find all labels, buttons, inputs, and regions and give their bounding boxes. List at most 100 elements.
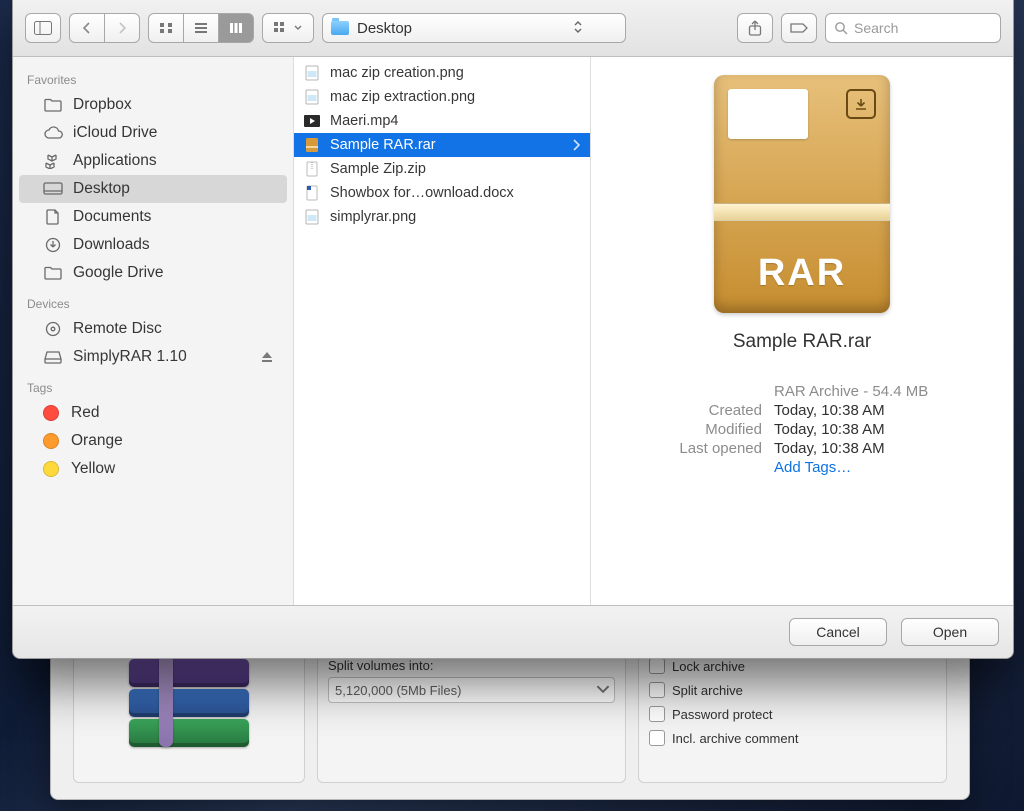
file-name-label: Showbox for…ownload.docx	[330, 185, 514, 201]
split-volumes-value: 5,120,000 (5Mb Files)	[335, 683, 461, 698]
tags-button[interactable]	[781, 13, 817, 43]
metadata-key: Modified	[642, 421, 762, 438]
file-item[interactable]: Sample RAR.rar	[294, 133, 590, 157]
desktop-icon	[43, 181, 63, 197]
file-item[interactable]: mac zip creation.png	[294, 61, 590, 85]
eject-icon[interactable]	[261, 351, 273, 363]
open-button[interactable]: Open	[901, 618, 999, 646]
open-file-dialog: Desktop Search FavoritesDropboxiCloud Dr…	[12, 0, 1014, 659]
file-name-label: Sample RAR.rar	[330, 137, 436, 153]
file-name-label: Sample Zip.zip	[330, 161, 426, 177]
sidebar-item-red[interactable]: Red	[19, 399, 287, 427]
sidebar-section-header: Devices	[13, 287, 293, 315]
metadata-value: Today, 10:38 AM	[762, 421, 962, 438]
sidebar-item-label: Applications	[73, 152, 157, 170]
doc-icon	[43, 209, 63, 225]
sidebar-item-label: SimplyRAR 1.10	[73, 348, 187, 366]
disc-icon	[43, 321, 63, 337]
nav-back-forward	[69, 13, 140, 43]
checkbox-icon[interactable]	[649, 658, 665, 674]
back-button[interactable]	[69, 13, 104, 43]
arrange-menu-button[interactable]	[262, 13, 314, 43]
file-item[interactable]: mac zip extraction.png	[294, 85, 590, 109]
path-label: Desktop	[357, 20, 412, 37]
sidebar-item-label: Red	[71, 404, 99, 422]
search-field[interactable]: Search	[825, 13, 1001, 43]
file-type-icon	[302, 65, 322, 81]
file-name-label: mac zip creation.png	[330, 65, 464, 81]
sidebar-item-google-drive[interactable]: Google Drive	[19, 259, 287, 287]
file-type-icon	[302, 89, 322, 105]
search-icon	[834, 21, 848, 35]
file-name-label: simplyrar.png	[330, 209, 416, 225]
tag-dot-icon	[43, 433, 59, 449]
sidebar[interactable]: FavoritesDropboxiCloud DriveApplications…	[13, 57, 294, 605]
sidebar-item-orange[interactable]: Orange	[19, 427, 287, 455]
sidebar-item-desktop[interactable]: Desktop	[19, 175, 287, 203]
sidebar-item-dropbox[interactable]: Dropbox	[19, 91, 287, 119]
archive-option-row[interactable]: Lock archive	[649, 658, 936, 674]
split-volumes-combo[interactable]: 5,120,000 (5Mb Files)	[328, 677, 615, 703]
apps-icon	[43, 153, 63, 169]
sidebar-item-label: Yellow	[71, 460, 115, 478]
chevron-down-icon	[596, 682, 610, 696]
sidebar-item-downloads[interactable]: Downloads	[19, 231, 287, 259]
sidebar-item-yellow[interactable]: Yellow	[19, 455, 287, 483]
sidebar-item-icloud-drive[interactable]: iCloud Drive	[19, 119, 287, 147]
view-columns-button[interactable]	[218, 13, 254, 43]
share-button[interactable]	[737, 13, 773, 43]
archive-option-row[interactable]: Password protect	[649, 706, 936, 722]
view-icons-button[interactable]	[148, 13, 183, 43]
view-list-button[interactable]	[183, 13, 218, 43]
rar-icon-text: RAR	[714, 252, 890, 295]
sidebar-item-simplyrar-1-10[interactable]: SimplyRAR 1.10	[19, 343, 287, 371]
download-arrow-icon	[846, 89, 876, 119]
preview-metadata: RAR Archive - 54.4 MB CreatedToday, 10:3…	[642, 381, 962, 478]
path-popup[interactable]: Desktop	[322, 13, 590, 43]
download-icon	[43, 237, 63, 253]
metadata-key: Created	[642, 402, 762, 419]
split-volumes-label: Split volumes into:	[328, 658, 615, 673]
file-type-icon	[302, 209, 322, 225]
archive-option-row[interactable]: Split archive	[649, 682, 936, 698]
archive-option-row[interactable]: Incl. archive comment	[649, 730, 936, 746]
file-item[interactable]: Sample Zip.zip	[294, 157, 590, 181]
metadata-key: Last opened	[642, 440, 762, 457]
file-list-column[interactable]: mac zip creation.png mac zip extraction.p…	[294, 57, 591, 605]
cancel-button[interactable]: Cancel	[789, 618, 887, 646]
preview-pane: RAR Sample RAR.rar RAR Archive - 54.4 MB…	[591, 57, 1013, 605]
file-type-icon	[302, 185, 322, 201]
chevron-right-icon	[572, 139, 580, 151]
file-type-icon	[302, 137, 322, 153]
add-tags-link[interactable]: Add Tags…	[762, 459, 962, 476]
sidebar-item-label: Google Drive	[73, 264, 163, 282]
file-name-label: Maeri.mp4	[330, 113, 399, 129]
metadata-value: Today, 10:38 AM	[762, 402, 962, 419]
cloud-icon	[43, 125, 63, 141]
checkbox-icon[interactable]	[649, 682, 665, 698]
file-item[interactable]: Maeri.mp4	[294, 109, 590, 133]
sidebar-item-applications[interactable]: Applications	[19, 147, 287, 175]
archive-option-label: Password protect	[672, 707, 772, 722]
sidebar-toggle-button[interactable]	[25, 13, 61, 43]
metadata-row: Last openedToday, 10:38 AM	[642, 440, 962, 457]
sidebar-item-label: Desktop	[73, 180, 130, 198]
archive-option-label: Split archive	[672, 683, 743, 698]
folder-icon	[43, 265, 63, 281]
sidebar-item-label: Orange	[71, 432, 123, 450]
sidebar-item-documents[interactable]: Documents	[19, 203, 287, 231]
winrar-books-icon	[129, 655, 249, 750]
tag-dot-icon	[43, 461, 59, 477]
forward-button[interactable]	[104, 13, 140, 43]
file-item[interactable]: Showbox for…ownload.docx	[294, 181, 590, 205]
dialog-toolbar: Desktop Search	[13, 0, 1013, 57]
sidebar-item-label: iCloud Drive	[73, 124, 157, 142]
search-placeholder: Search	[854, 20, 898, 36]
view-mode-segment	[148, 13, 254, 43]
sidebar-item-remote-disc[interactable]: Remote Disc	[19, 315, 287, 343]
file-item[interactable]: simplyrar.png	[294, 205, 590, 229]
checkbox-icon[interactable]	[649, 730, 665, 746]
preview-filename: Sample RAR.rar	[733, 331, 871, 353]
checkbox-icon[interactable]	[649, 706, 665, 722]
tag-dot-icon	[43, 405, 59, 421]
